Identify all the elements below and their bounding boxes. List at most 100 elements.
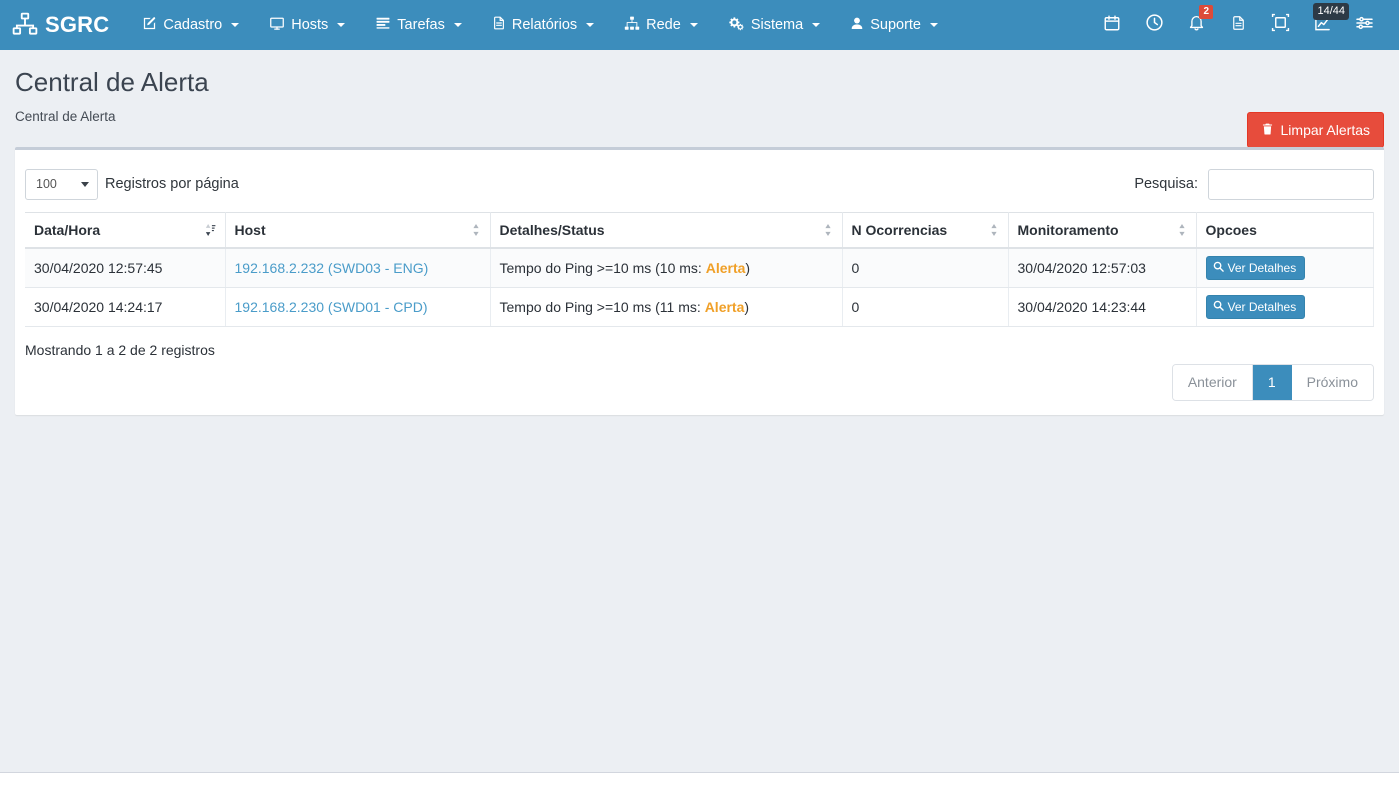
status-badge: Alerta bbox=[704, 299, 745, 316]
detail-text-post: ) bbox=[744, 299, 750, 316]
column-label: Host bbox=[234, 221, 266, 238]
chevron-down-icon bbox=[689, 23, 698, 27]
page-length-label: Registros por página bbox=[105, 176, 239, 193]
brand-label: SGRC bbox=[45, 12, 110, 37]
cell-datahora: 30/04/2020 12:57:45 bbox=[25, 247, 226, 288]
column-header-datahora[interactable]: Data/Hora bbox=[25, 211, 226, 249]
object-group-button[interactable] bbox=[1259, 0, 1301, 50]
pagination-page-1[interactable]: 1 bbox=[1252, 365, 1292, 401]
sort-none-icon bbox=[1177, 223, 1187, 237]
nav-item-relatorios[interactable]: Relatórios bbox=[477, 0, 609, 50]
clock-icon-button[interactable] bbox=[1133, 0, 1175, 50]
nav-item-suporte[interactable]: Suporte bbox=[835, 0, 953, 50]
search-label: Pesquisa: bbox=[1134, 176, 1198, 193]
nav-item-label: Tarefas bbox=[397, 16, 445, 33]
notification-badge: 2 bbox=[1199, 5, 1213, 19]
nav-item-hosts[interactable]: Hosts bbox=[254, 0, 360, 50]
nav-item-label: Suporte bbox=[870, 16, 921, 33]
nav-item-cadastro[interactable]: Cadastro bbox=[127, 0, 254, 50]
statistics-button[interactable]: 14/44 bbox=[1301, 0, 1349, 50]
object-group-icon bbox=[1271, 13, 1290, 37]
nav-item-sistema[interactable]: Sistema bbox=[713, 0, 835, 50]
cell-detalhes: Tempo do Ping >=10 ms (10 ms: Alerta) bbox=[490, 247, 843, 288]
nav-item-rede[interactable]: Rede bbox=[609, 0, 713, 50]
chevron-down-icon bbox=[231, 23, 240, 27]
settings-sliders-button[interactable] bbox=[1343, 0, 1385, 50]
cell-opcoes: Ver Detalhes bbox=[1196, 287, 1374, 328]
view-details-button[interactable]: Ver Detalhes bbox=[1205, 294, 1306, 320]
edit-square-icon bbox=[142, 16, 157, 35]
cell-monitoramento: 30/04/2020 14:23:44 bbox=[1008, 287, 1197, 328]
trash-icon bbox=[1261, 122, 1274, 138]
table-footer: Mostrando 1 a 2 de 2 registros Anterior … bbox=[25, 327, 1374, 402]
host-link[interactable]: 192.168.2.230 (SWD01 - CPD) bbox=[235, 299, 428, 315]
search-input[interactable] bbox=[1208, 168, 1374, 200]
sliders-icon bbox=[1355, 14, 1374, 37]
column-header-host[interactable]: Host bbox=[225, 211, 491, 249]
column-header-monitoramento[interactable]: Monitoramento bbox=[1008, 211, 1197, 249]
page-length-select[interactable]: 100 bbox=[25, 168, 98, 200]
file-icon bbox=[1231, 14, 1246, 37]
nav-item-tarefas[interactable]: Tarefas bbox=[360, 0, 477, 50]
file-text-icon bbox=[492, 15, 506, 35]
sitemap-icon bbox=[624, 16, 640, 35]
column-label: N Ocorrencias bbox=[851, 221, 948, 238]
view-details-label: Ver Detalhes bbox=[1227, 260, 1297, 275]
breadcrumb: Central de Alerta bbox=[15, 108, 116, 124]
detail-text-pre: Tempo do Ping >=10 ms (10 ms: bbox=[499, 259, 706, 276]
column-header-detalhes[interactable]: Detalhes/Status bbox=[490, 211, 843, 249]
chevron-down-icon bbox=[930, 23, 938, 27]
alerts-card: 100 Registros por página Pesquisa: Data/… bbox=[15, 146, 1384, 416]
records-info: Mostrando 1 a 2 de 2 registros bbox=[25, 342, 215, 359]
nav-item-label: Sistema bbox=[750, 16, 804, 33]
calendar-icon-button[interactable] bbox=[1091, 0, 1133, 50]
nav-item-label: Rede bbox=[646, 16, 681, 33]
chevron-down-icon bbox=[586, 23, 595, 27]
cell-opcoes: Ver Detalhes bbox=[1196, 247, 1374, 288]
column-label: Monitoramento bbox=[1017, 221, 1119, 238]
alerts-card-body: 100 Registros por página Pesquisa: Data/… bbox=[25, 160, 1374, 402]
table-controls: 100 Registros por página Pesquisa: bbox=[25, 160, 1374, 212]
table-row: 30/04/2020 12:57:45 192.168.2.232 (SWD03… bbox=[25, 247, 1374, 288]
pagination-next[interactable]: Próximo bbox=[1291, 365, 1373, 401]
search-icon bbox=[1213, 300, 1224, 314]
host-link[interactable]: 192.168.2.232 (SWD03 - ENG) bbox=[235, 260, 429, 276]
brand-logo[interactable]: SGRC bbox=[12, 0, 127, 50]
documents-button[interactable] bbox=[1217, 0, 1259, 50]
calendar-icon bbox=[1103, 14, 1121, 37]
navbar-icon-actions: 2 14/44 bbox=[1091, 0, 1385, 50]
chevron-down-icon bbox=[453, 23, 462, 27]
column-header-ocorrencias[interactable]: N Ocorrencias bbox=[842, 211, 1009, 249]
clear-alerts-label: Limpar Alertas bbox=[1280, 122, 1370, 138]
cell-ocorrencias: 0 bbox=[842, 287, 1009, 328]
search-group: Pesquisa: bbox=[1134, 168, 1374, 200]
clock-icon bbox=[1145, 13, 1164, 37]
nav-item-label: Hosts bbox=[291, 16, 329, 33]
search-icon bbox=[1213, 261, 1224, 275]
chevron-down-icon bbox=[337, 23, 346, 27]
page-length-select-wrap: 100 bbox=[25, 168, 98, 200]
clear-alerts-button[interactable]: Limpar Alertas bbox=[1246, 112, 1384, 148]
gears-icon bbox=[728, 15, 745, 35]
view-details-label: Ver Detalhes bbox=[1227, 299, 1297, 314]
main-navbar: SGRC Cadastro Hosts Tarefas Relatórios R… bbox=[0, 0, 1399, 50]
network-icon bbox=[12, 12, 38, 38]
alerts-table-body: 30/04/2020 12:57:45 192.168.2.232 (SWD03… bbox=[25, 247, 1374, 328]
sort-desc-icon bbox=[205, 223, 216, 237]
cell-datahora: 30/04/2020 14:24:17 bbox=[25, 287, 226, 328]
cell-host: 192.168.2.232 (SWD03 - ENG) bbox=[225, 247, 491, 288]
pagination-previous[interactable]: Anterior bbox=[1172, 365, 1253, 401]
cell-ocorrencias: 0 bbox=[842, 247, 1009, 288]
chevron-down-icon bbox=[812, 23, 821, 27]
user-icon bbox=[850, 16, 864, 35]
navbar-menu: Cadastro Hosts Tarefas Relatórios Rede S… bbox=[127, 0, 953, 50]
detail-text-pre: Tempo do Ping >=10 ms (11 ms: bbox=[499, 299, 705, 316]
table-header-row: Data/Hora Host Detalhes/Status N Ocorren… bbox=[25, 211, 1374, 249]
table-row: 30/04/2020 14:24:17 192.168.2.230 (SWD01… bbox=[25, 287, 1374, 328]
notifications-button[interactable]: 2 bbox=[1175, 0, 1217, 50]
alerts-table: Data/Hora Host Detalhes/Status N Ocorren… bbox=[25, 211, 1374, 328]
alerts-table-head: Data/Hora Host Detalhes/Status N Ocorren… bbox=[25, 211, 1374, 249]
desktop-icon bbox=[269, 16, 285, 35]
view-details-button[interactable]: Ver Detalhes bbox=[1205, 255, 1306, 280]
pagination: Anterior 1 Próximo bbox=[1171, 364, 1374, 402]
